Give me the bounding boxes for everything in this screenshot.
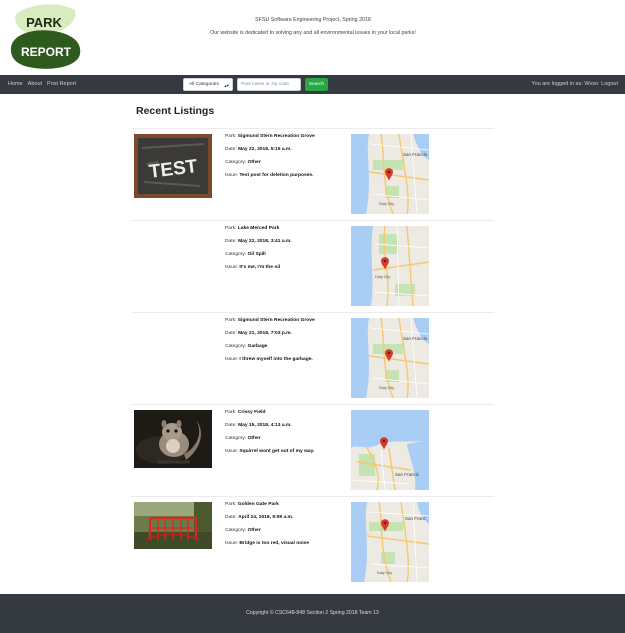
listing-issue: It's me, I'm the oil: [239, 265, 281, 270]
listing-issue-row: Issue: Squirrel wont get out of my way.: [225, 449, 315, 454]
listing-park: Crissy Field: [237, 410, 266, 415]
search-input[interactable]: [237, 78, 301, 91]
nav-about-link[interactable]: About: [28, 81, 42, 88]
listing-park: Sigmund Stern Recreation Grove: [237, 318, 315, 323]
site-header: PARK REPORT SFSU Software Engineering Pr…: [0, 0, 625, 75]
listing-issue: Test post for deletion purposes.: [239, 173, 314, 178]
listing-park: Golden Gate Park: [237, 502, 279, 507]
map-label: Daly City: [377, 571, 392, 575]
listing-date-row: Date: May 22, 2018, 3:41 a.m.: [225, 239, 292, 244]
listing-card: Park: Lake Merced Park Date: May 22, 201…: [131, 220, 494, 312]
listing-date: May 22, 2018, 3:41 a.m.: [238, 239, 292, 244]
listing-category: Other: [247, 436, 261, 441]
listing-card: Park: Crissy Field Date: May 15, 2018, 4…: [131, 404, 494, 496]
listing-park-row: Park: Lake Merced Park: [225, 226, 280, 231]
footer-copyright: Copyright © CSC648-848 Section 2 Spring …: [246, 610, 379, 616]
listing-details: Park: Sigmund Stern Recreation Grove Dat…: [225, 134, 345, 186]
category-select-value: All Categories: [189, 82, 219, 87]
listing-category: Other: [247, 528, 261, 533]
listing-date: May 21, 2018, 7:03 p.m.: [238, 331, 292, 336]
listing-date: May 22, 2018, 5:15 a.m.: [238, 147, 292, 152]
listing-park-row: Park: Golden Gate Park: [225, 502, 279, 507]
listing-category-row: Category: Garbage: [225, 344, 268, 349]
site-tagline: SFSU Software Engineering Project, Sprin…: [210, 16, 416, 37]
listing-map[interactable]: San Francis Daly City: [351, 318, 429, 398]
listing-map[interactable]: Daly City: [351, 226, 429, 306]
listing-date: May 15, 2018, 4:13 a.m.: [238, 423, 292, 428]
listing-card: Park: Golden Gate Park Date: April 24, 2…: [131, 496, 494, 588]
map-label: San Francis: [403, 336, 428, 341]
listing-issue-row: Issue: I threw myself into the garbage.: [225, 357, 313, 362]
listing-park-row: Park: Sigmund Stern Recreation Grove: [225, 318, 315, 323]
listing-card: Park: Sigmund Stern Recreation Grove Dat…: [131, 312, 494, 404]
listing-park: Sigmund Stern Recreation Grove: [237, 134, 315, 139]
site-footer: Copyright © CSC648-848 Section 2 Spring …: [0, 594, 625, 633]
logo-line1: PARK: [26, 15, 62, 30]
listing-date-row: Date: May 21, 2018, 7:03 p.m.: [225, 331, 292, 336]
listing-card: TEST Park: Sigmund Stern Recreation Grov…: [131, 128, 494, 220]
navbar: Home About Post Report All Categories ▴▾…: [0, 75, 625, 94]
squirrel-photo[interactable]: [134, 410, 212, 468]
map-label: Daly City: [375, 275, 390, 279]
listing-details: Park: Crissy Field Date: May 15, 2018, 4…: [225, 410, 345, 462]
listing-issue: Bridge is too red, visual noise: [239, 541, 309, 546]
chalkboard-test-photo[interactable]: TEST: [134, 134, 212, 198]
map-label: Daly City: [379, 386, 394, 390]
listing-park-row: Park: Sigmund Stern Recreation Grove: [225, 134, 315, 139]
red-bridge-photo[interactable]: [134, 502, 212, 549]
page-title: Recent Listings: [136, 105, 215, 117]
listing-issue: Squirrel wont get out of my way.: [239, 449, 315, 454]
listing-date-row: Date: April 24, 2018, 9:59 a.m.: [225, 515, 294, 520]
search-form: All Categories ▴▾ Search: [183, 78, 328, 91]
logo-line2: REPORT: [21, 45, 72, 59]
listing-date: April 24, 2018, 9:59 a.m.: [238, 515, 294, 520]
listing-category: Garbage: [247, 344, 268, 349]
nav-user-area: You are logged in as: Wvso Logout: [531, 81, 618, 88]
listing-park: Lake Merced Park: [237, 226, 280, 231]
listing-park-row: Park: Crissy Field: [225, 410, 266, 415]
logout-link[interactable]: Logout: [601, 81, 618, 88]
listing-map[interactable]: San Francis Daly City: [351, 134, 429, 214]
listing-issue-row: Issue: Test post for deletion purposes.: [225, 173, 314, 178]
nav-home-link[interactable]: Home: [8, 81, 23, 88]
map-label: San Francis: [403, 152, 428, 157]
listing-details: Park: Sigmund Stern Recreation Grove Dat…: [225, 318, 345, 370]
listing-category: Oil Spill: [247, 252, 266, 257]
listing-date-row: Date: May 22, 2018, 5:15 a.m.: [225, 147, 292, 152]
park-report-logo[interactable]: PARK REPORT: [8, 4, 84, 70]
listing-category: Other: [247, 160, 261, 165]
category-select[interactable]: All Categories ▴▾: [183, 78, 233, 91]
listing-map[interactable]: San Franc Daly City: [351, 502, 429, 582]
map-label: Daly City: [379, 202, 394, 206]
map-label: San Francis: [395, 472, 420, 477]
listing-issue-row: Issue: Bridge is too red, visual noise: [225, 541, 309, 546]
tagline-project: SFSU Software Engineering Project, Sprin…: [255, 17, 371, 23]
listing-map[interactable]: San Francis: [351, 410, 429, 490]
map-label: San Franc: [405, 516, 427, 521]
search-button[interactable]: Search: [305, 78, 328, 91]
tagline-mission: Our website is dedicated to solving any …: [210, 30, 416, 36]
listing-category-row: Category: Other: [225, 528, 261, 533]
listing-category-row: Category: Oil Spill: [225, 252, 266, 257]
listing-details: Park: Lake Merced Park Date: May 22, 201…: [225, 226, 345, 278]
listing-issue: I threw myself into the garbage.: [239, 357, 313, 362]
listing-category-row: Category: Other: [225, 160, 261, 165]
listing-issue-row: Issue: It's me, I'm the oil: [225, 265, 281, 270]
listing-date-row: Date: May 15, 2018, 4:13 a.m.: [225, 423, 292, 428]
logged-in-text: You are logged in as: Wvso: [531, 81, 599, 87]
select-arrows-icon: ▴▾: [224, 83, 229, 88]
nav-post-report-link[interactable]: Post Report: [47, 81, 76, 88]
listing-category-row: Category: Other: [225, 436, 261, 441]
listing-details: Park: Golden Gate Park Date: April 24, 2…: [225, 502, 345, 554]
nav-links: Home About Post Report: [8, 81, 76, 88]
